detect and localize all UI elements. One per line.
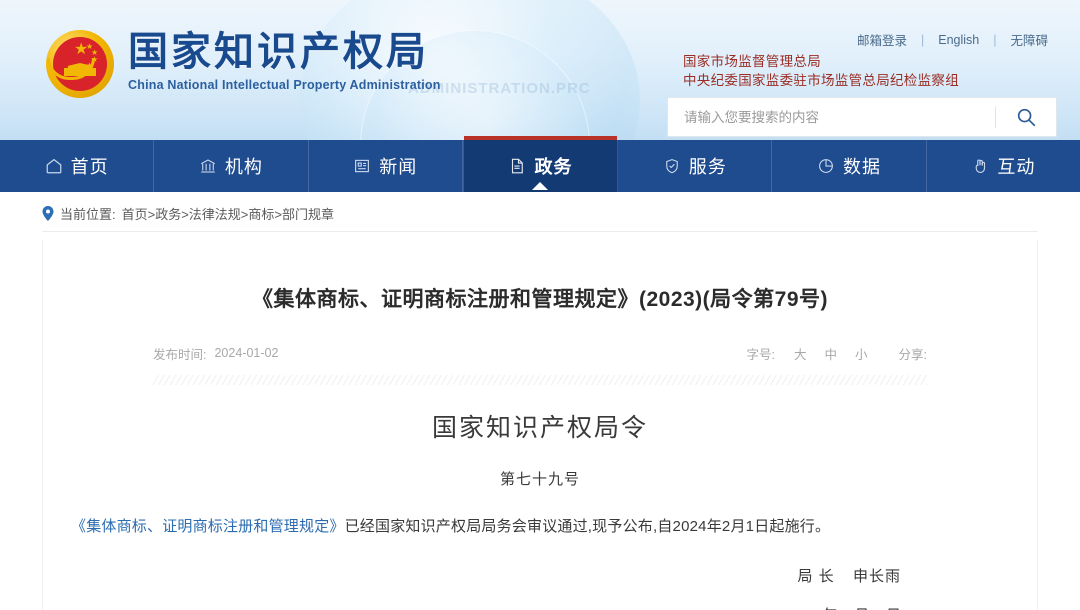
- nav-item-home[interactable]: 首页: [0, 140, 155, 192]
- top-link-english[interactable]: English: [924, 33, 993, 47]
- site-header: ADMINISTRATION.PRC ★ ★ ★ ★ ★ 国家知识产权局 Chi…: [0, 0, 1080, 140]
- nav-label-news: 新闻: [379, 157, 418, 177]
- nav-item-organization[interactable]: 机构: [154, 140, 309, 192]
- order-title: 国家知识产权局令: [431, 413, 648, 442]
- shield-check-icon: [663, 157, 681, 175]
- nav-label-data: 数据: [843, 157, 882, 177]
- document-icon: [508, 157, 526, 175]
- nav-label-home: 首页: [70, 157, 109, 177]
- search-input[interactable]: [668, 98, 995, 136]
- nav-item-service[interactable]: 服务: [618, 140, 773, 192]
- search-box: [667, 97, 1057, 137]
- pie-chart-icon: [817, 157, 835, 175]
- main-navigation: 首页 机构 新闻 政务 服务 数据 互动: [0, 136, 1080, 192]
- national-emblem-icon: ★ ★ ★ ★ ★: [44, 28, 116, 100]
- document-body: 国家知识产权局令 第七十九号 《集体商标、证明商标注册和管理规定》已经国家知识产…: [71, 385, 927, 610]
- breadcrumb-path[interactable]: 首页>政务>法律法规>商标>部门规章: [122, 204, 334, 223]
- publish-date: 2024-01-02: [214, 346, 279, 360]
- signer-line: 局 长 申长雨: [153, 565, 901, 586]
- order-number: 第七十九号: [499, 470, 580, 488]
- share-label[interactable]: 分享:: [899, 344, 927, 363]
- order-paragraph: 《集体商标、证明商标注册和管理规定》已经国家知识产权局局务会审议通过,现予公布,…: [71, 513, 1009, 542]
- gov-link-samr[interactable]: 国家市场监督管理总局: [683, 52, 959, 71]
- nav-item-news[interactable]: 新闻: [309, 140, 463, 192]
- fontsize-medium-button[interactable]: 中: [815, 344, 846, 363]
- home-icon: [45, 157, 63, 175]
- nav-item-data[interactable]: 数据: [772, 140, 927, 192]
- fontsize-small-button[interactable]: 小: [846, 344, 877, 363]
- publish-time-label: 发布时间:: [153, 347, 207, 362]
- site-brand[interactable]: 国家知识产权局 China National Intellectual Prop…: [128, 30, 441, 92]
- affiliated-gov-links: 国家市场监督管理总局 中央纪委国家监委驻市场监管总局纪检监察组: [683, 52, 959, 90]
- sign-date: 2023年12月29日: [153, 604, 901, 610]
- hand-icon: [971, 157, 989, 175]
- nav-item-government-affairs[interactable]: 政务: [462, 136, 619, 192]
- top-link-mail[interactable]: 邮箱登录: [843, 30, 921, 49]
- page-root: ADMINISTRATION.PRC ★ ★ ★ ★ ★ 国家知识产权局 Chi…: [0, 0, 1080, 610]
- nav-label-government-affairs: 政务: [534, 157, 573, 177]
- search-button[interactable]: [996, 98, 1056, 136]
- brand-title-cn: 国家知识产权局: [128, 29, 429, 75]
- page-title: 《集体商标、证明商标注册和管理规定》(2023)(局令第79号): [251, 288, 829, 311]
- nav-label-interaction: 互动: [997, 157, 1036, 177]
- nav-item-interaction[interactable]: 互动: [927, 140, 1080, 192]
- brand-title-en: China National Intellectual Property Adm…: [128, 78, 441, 92]
- document-meta-bar: 发布时间: 2024-01-02 字号: 大 中 小 分享:: [153, 344, 927, 363]
- top-link-accessibility[interactable]: 无障碍: [996, 30, 1062, 49]
- location-pin-icon: [42, 206, 54, 221]
- breadcrumb-label: 当前位置:: [60, 207, 116, 222]
- order-paragraph-rest: 已经国家知识产权局局务会审议通过,现予公布,自2024年2月1日起施行。: [344, 517, 831, 535]
- fontsize-large-button[interactable]: 大: [785, 344, 816, 363]
- signer-label: 局 长: [797, 568, 835, 585]
- hatch-divider: [153, 374, 927, 385]
- breadcrumb-wrapper: 当前位置: 首页>政务>法律法规>商标>部门规章: [0, 192, 1080, 232]
- fontsize-label: 字号:: [746, 347, 775, 362]
- signer-name: 申长雨: [852, 568, 901, 585]
- regulation-link[interactable]: 《集体商标、证明商标注册和管理规定》: [71, 518, 345, 535]
- nav-label-organization: 机构: [224, 157, 263, 177]
- search-icon: [1017, 108, 1036, 127]
- nav-label-service: 服务: [688, 157, 727, 177]
- newspaper-icon: [353, 157, 371, 175]
- breadcrumb: 当前位置: 首页>政务>法律法规>商标>部门规章: [42, 196, 1038, 232]
- top-utility-links: 邮箱登录 | English | 无障碍: [843, 30, 1062, 49]
- document-panel: 《集体商标、证明商标注册和管理规定》(2023)(局令第79号) 发布时间: 2…: [42, 240, 1038, 610]
- gov-link-discipline[interactable]: 中央纪委国家监委驻市场监管总局纪检监察组: [683, 71, 959, 90]
- signature-block: 局 长 申长雨 2023年12月29日: [153, 565, 927, 610]
- bank-icon: [199, 157, 217, 175]
